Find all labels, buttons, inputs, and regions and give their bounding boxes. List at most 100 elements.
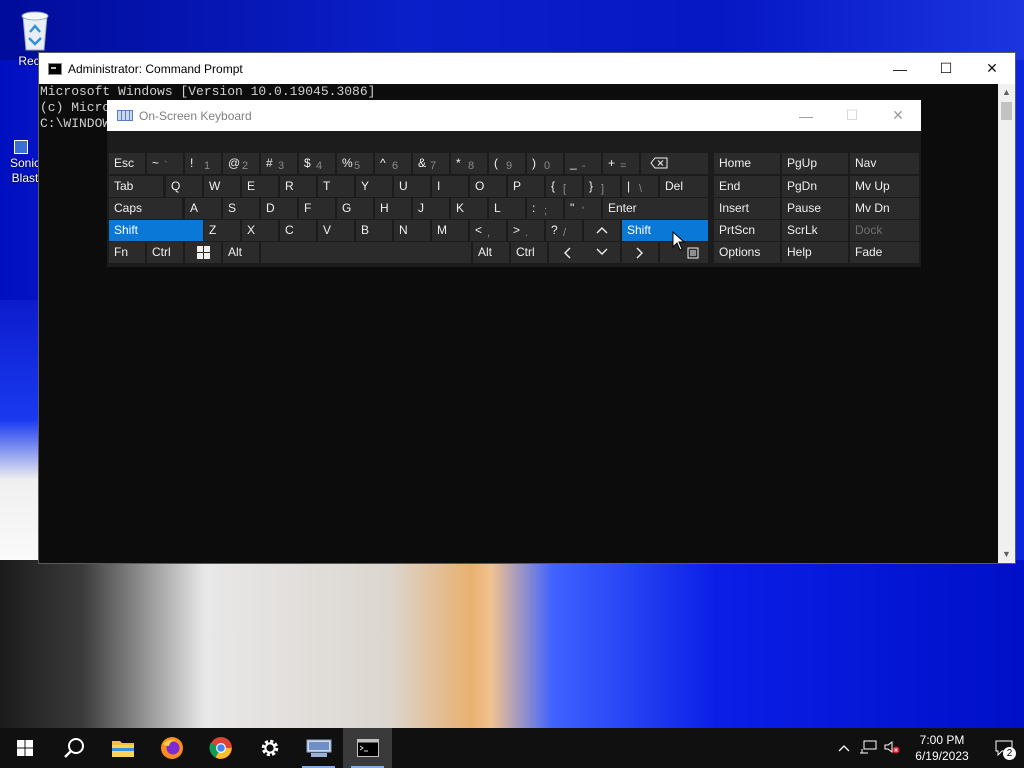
taskbar-on-screen-keyboard[interactable] [294, 728, 343, 768]
key-p[interactable]: P [508, 176, 544, 197]
title-bar[interactable]: On-Screen Keyboard — ☐ ✕ [107, 100, 921, 131]
key-4[interactable]: $4 [299, 153, 335, 174]
key-i[interactable]: I [432, 176, 468, 197]
start-button[interactable] [0, 728, 49, 768]
key-equal[interactable]: + = [603, 153, 639, 174]
clock[interactable]: 7:00 PM 6/19/2023 [910, 732, 974, 764]
network-icon[interactable] [856, 740, 880, 757]
key-move-down[interactable]: Mv Dn [850, 198, 919, 219]
key-2[interactable]: @2 [223, 153, 259, 174]
key-period[interactable]: >. [508, 220, 544, 241]
key-tab[interactable]: Tab [109, 176, 163, 197]
key-tilde[interactable]: ~ ` [147, 153, 183, 174]
key-0[interactable]: ) 0 [527, 153, 563, 174]
key-e[interactable]: E [242, 176, 278, 197]
key-insert[interactable]: Insert [714, 198, 780, 219]
key-j[interactable]: J [413, 198, 449, 219]
key-help[interactable]: Help [782, 242, 848, 263]
maximize-button[interactable]: ☐ [923, 53, 969, 84]
key-end[interactable]: End [714, 176, 780, 197]
key-6[interactable]: ^ 6 [375, 153, 411, 174]
key-s[interactable]: S [223, 198, 259, 219]
key-prtscn[interactable]: PrtScn [714, 220, 780, 241]
key-pause[interactable]: Pause [782, 198, 848, 219]
close-button[interactable]: ✕ [969, 53, 1015, 84]
key-slash[interactable]: ? / [546, 220, 582, 241]
minimize-button[interactable]: — [877, 53, 923, 84]
key-right-arrow[interactable] [622, 242, 658, 263]
key-5[interactable]: % 5 [337, 153, 373, 174]
key-home[interactable]: Home [714, 153, 780, 174]
close-button[interactable]: ✕ [875, 100, 921, 131]
key-backspace[interactable] [641, 153, 708, 174]
key-q[interactable]: Q [166, 176, 202, 197]
key-z[interactable]: Z [204, 220, 240, 241]
key-right-ctrl[interactable]: Ctrl [511, 242, 547, 263]
key-esc[interactable]: Esc [109, 153, 145, 174]
key-right-bracket[interactable]: }] [584, 176, 620, 197]
key-fade[interactable]: Fade [850, 242, 919, 263]
key-k[interactable]: K [451, 198, 487, 219]
key-9[interactable]: (9 [489, 153, 525, 174]
key-minus[interactable]: _ - [565, 153, 601, 174]
key-3[interactable]: #3 [261, 153, 297, 174]
chevron-up-icon[interactable] [832, 741, 856, 755]
taskbar-firefox[interactable] [147, 728, 196, 768]
key-left-arrow[interactable] [549, 242, 585, 263]
search-button[interactable] [49, 728, 98, 768]
key-options[interactable]: Options [714, 242, 780, 263]
key-del[interactable]: Del [660, 176, 708, 197]
key-pgdn[interactable]: PgDn [782, 176, 848, 197]
key-b[interactable]: B [356, 220, 392, 241]
scroll-down-icon[interactable]: ▼ [998, 546, 1015, 563]
key-left-ctrl[interactable]: Ctrl [147, 242, 183, 263]
key-left-shift[interactable]: Shift [109, 220, 203, 241]
key-up-arrow[interactable] [584, 220, 620, 241]
vertical-scrollbar[interactable]: ▲ ▼ [998, 84, 1015, 563]
key-comma[interactable]: <, [470, 220, 506, 241]
key-l[interactable]: L [489, 198, 525, 219]
action-center-button[interactable]: 2 [984, 728, 1024, 768]
key-enter[interactable]: Enter [603, 198, 708, 219]
key-right-alt[interactable]: Alt [473, 242, 509, 263]
key-8[interactable]: * 8 [451, 153, 487, 174]
key-t[interactable]: T [318, 176, 354, 197]
taskbar-command-prompt[interactable] [343, 728, 392, 768]
key-right-shift[interactable]: Shift [622, 220, 708, 241]
taskbar-settings[interactable] [245, 728, 294, 768]
key-r[interactable]: R [280, 176, 316, 197]
volume-muted-icon[interactable] [880, 740, 904, 757]
key-w[interactable]: W [204, 176, 240, 197]
key-nav[interactable]: Nav [850, 153, 919, 174]
key-pgup[interactable]: PgUp [782, 153, 848, 174]
key-n[interactable]: N [394, 220, 430, 241]
key-scrlk[interactable]: ScrLk [782, 220, 848, 241]
key-m[interactable]: M [432, 220, 468, 241]
scroll-up-icon[interactable]: ▲ [998, 84, 1015, 101]
key-7[interactable]: & 7 [413, 153, 449, 174]
key-x[interactable]: X [242, 220, 278, 241]
key-h[interactable]: H [375, 198, 411, 219]
taskbar-file-explorer[interactable] [98, 728, 147, 768]
key-fn[interactable]: Fn [109, 242, 145, 263]
on-screen-keyboard-window[interactable]: On-Screen Keyboard — ☐ ✕ Esc ~ ` ! 1 @2 #3… [107, 100, 921, 267]
taskbar-chrome[interactable] [196, 728, 245, 768]
key-left-bracket[interactable]: {[ [546, 176, 582, 197]
key-down-arrow[interactable] [584, 242, 620, 263]
key-y[interactable]: Y [356, 176, 392, 197]
minimize-button[interactable]: — [783, 100, 829, 131]
key-d[interactable]: D [261, 198, 297, 219]
key-c[interactable]: C [280, 220, 316, 241]
key-backslash[interactable]: | \ [622, 176, 658, 197]
key-a[interactable]: A [185, 198, 221, 219]
title-bar[interactable]: Administrator: Command Prompt — ☐ ✕ [39, 53, 1015, 84]
key-g[interactable]: G [337, 198, 373, 219]
key-left-alt[interactable]: Alt [223, 242, 259, 263]
key-u[interactable]: U [394, 176, 430, 197]
key-windows[interactable] [185, 242, 221, 263]
key-caps[interactable]: Caps [109, 198, 182, 219]
key-f[interactable]: F [299, 198, 335, 219]
key-1[interactable]: ! 1 [185, 153, 221, 174]
scroll-thumb[interactable] [1001, 102, 1012, 120]
key-quote[interactable]: " ' [565, 198, 601, 219]
